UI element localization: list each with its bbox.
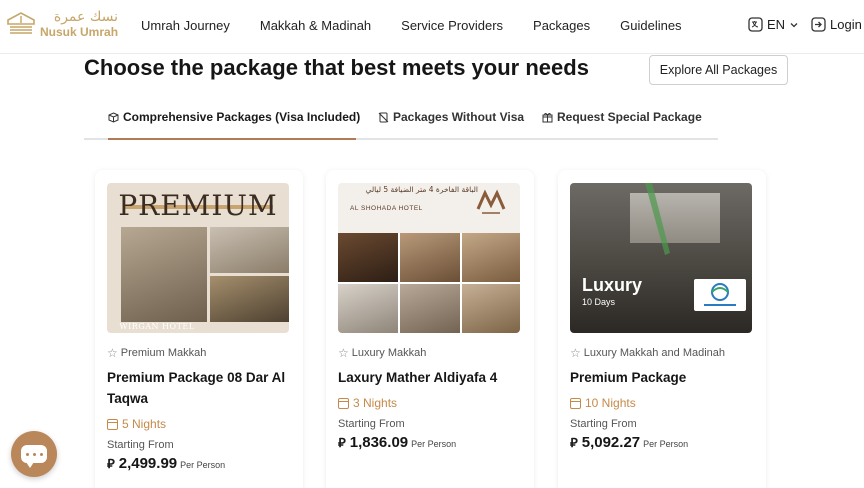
price-amount: 1,836.09	[349, 434, 409, 451]
per-person-label: Per Person	[411, 439, 457, 449]
tab-packages-without-visa[interactable]: Packages Without Visa	[378, 110, 524, 124]
explore-all-packages-button[interactable]: Explore All Packages	[649, 55, 788, 85]
package-name[interactable]: Laxury Mather Aldiyafa 4	[338, 367, 528, 388]
image-caption: WIRGAN HOTEL	[119, 322, 195, 331]
active-tab-indicator	[108, 138, 356, 140]
tab-request-special-package[interactable]: Request Special Package	[542, 110, 702, 124]
package-card[interactable]: Luxury 10 Days ☆ Luxury Makkah and Madin…	[558, 170, 766, 488]
package-nights: 5 Nights	[107, 417, 166, 431]
image-headline: Luxury	[582, 275, 643, 295]
package-name[interactable]: Premium Package 08 Dar Al Taqwa	[107, 367, 297, 409]
special-package-icon	[542, 112, 553, 122]
nusuk-logo[interactable]: نسك عمرة Nusuk Umrah	[6, 10, 118, 38]
chat-button[interactable]	[11, 431, 57, 477]
package-card[interactable]: PREMIUM WIRGAN HOTEL ☆ Premium Makkah Pr…	[95, 170, 303, 488]
image-caption: AL SHOHADA HOTEL	[350, 205, 423, 212]
package-category: ☆ Luxury Makkah and Madinah	[570, 346, 726, 360]
star-icon: ☆	[107, 346, 118, 360]
package-nights: 10 Nights	[570, 396, 636, 410]
package-name[interactable]: Premium Package	[570, 367, 760, 388]
per-person-label: Per Person	[643, 439, 689, 449]
image-headline: PREMIUM	[118, 189, 278, 222]
starting-from-label: Starting From	[338, 418, 405, 430]
provider-badge	[694, 279, 746, 311]
logo-arabic-text: نسك عمرة	[53, 9, 119, 25]
package-price: ⃁ 5,092.27 Per Person	[570, 434, 688, 451]
per-person-label: Per Person	[180, 460, 226, 470]
translate-icon	[748, 17, 763, 32]
chevron-down-icon	[790, 22, 798, 27]
language-label: EN	[767, 17, 786, 32]
riyal-currency-icon: ⃁	[338, 435, 346, 450]
package-price: ⃁ 2,499.99 Per Person	[107, 455, 225, 472]
no-visa-icon	[378, 112, 389, 122]
price-amount: 5,092.27	[581, 434, 641, 451]
package-card[interactable]: الباقة الفاخرة 4 متر الضيافة 5 ليالي AL …	[326, 170, 534, 488]
calendar-icon	[338, 397, 349, 409]
package-tabs: Comprehensive Packages (Visa Included) P…	[84, 104, 718, 140]
tab-label: Request Special Package	[557, 110, 702, 124]
login-button[interactable]: Login	[811, 17, 862, 32]
riyal-currency-icon: ⃁	[107, 456, 115, 471]
star-icon: ☆	[570, 346, 581, 360]
nav-umrah-journey[interactable]: Umrah Journey	[141, 18, 230, 33]
top-header: نسك عمرة Nusuk Umrah Umrah Journey Makka…	[0, 0, 864, 54]
price-amount: 2,499.99	[118, 455, 178, 472]
tab-comprehensive-packages[interactable]: Comprehensive Packages (Visa Included)	[108, 110, 360, 124]
main-nav: Umrah Journey Makkah & Madinah Service P…	[141, 18, 712, 33]
nav-service-providers[interactable]: Service Providers	[401, 18, 503, 33]
nav-packages[interactable]: Packages	[533, 18, 590, 33]
section-title: Choose the package that best meets your …	[84, 55, 589, 80]
package-category: ☆ Luxury Makkah	[338, 346, 427, 360]
login-icon	[811, 17, 826, 32]
star-icon: ☆	[338, 346, 349, 360]
logo-mark-icon	[7, 12, 35, 34]
tab-label: Comprehensive Packages (Visa Included)	[123, 110, 361, 124]
calendar-icon	[570, 397, 581, 409]
image-caption: 10 Days	[582, 297, 616, 307]
image-headline: الباقة الفاخرة 4 متر الضيافة 5 ليالي	[365, 185, 478, 194]
nav-guidelines[interactable]: Guidelines	[620, 18, 681, 33]
starting-from-label: Starting From	[107, 439, 174, 451]
box-icon	[108, 111, 119, 123]
starting-from-label: Starting From	[570, 418, 637, 430]
package-image: Luxury 10 Days	[570, 183, 752, 333]
package-price: ⃁ 1,836.09 Per Person	[338, 434, 456, 451]
logo-english-text: Nusuk Umrah	[40, 25, 119, 39]
language-selector[interactable]: EN	[748, 17, 799, 32]
package-image: PREMIUM WIRGAN HOTEL	[107, 183, 289, 333]
hotel-logo-icon	[476, 189, 506, 214]
nav-makkah-madinah[interactable]: Makkah & Madinah	[260, 18, 371, 33]
login-label: Login	[830, 17, 862, 32]
package-nights: 3 Nights	[338, 396, 397, 410]
calendar-icon	[107, 418, 118, 430]
package-image: الباقة الفاخرة 4 متر الضيافة 5 ليالي AL …	[338, 183, 520, 333]
tab-label: Packages Without Visa	[393, 110, 525, 124]
chat-bubble-icon	[21, 445, 47, 468]
package-category: ☆ Premium Makkah	[107, 346, 207, 360]
riyal-currency-icon: ⃁	[570, 435, 578, 450]
